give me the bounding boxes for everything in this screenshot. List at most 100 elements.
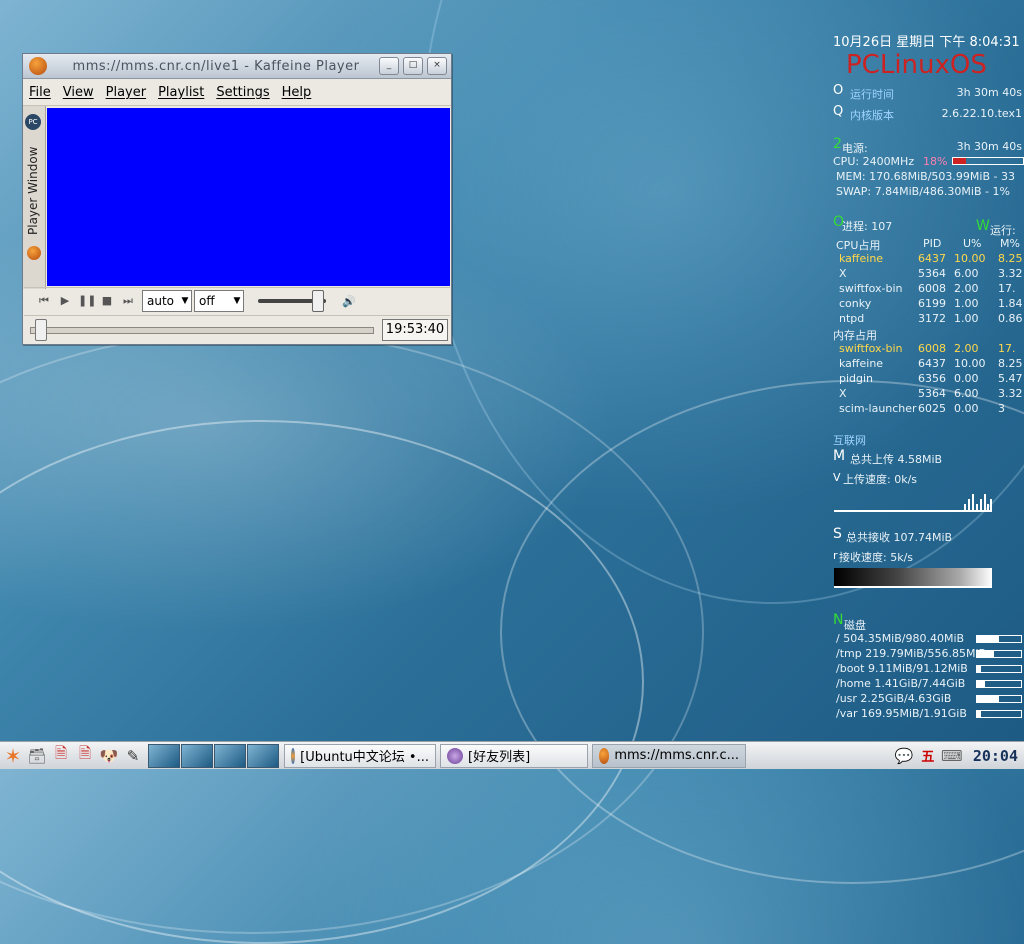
disk-usage-bar-fill bbox=[977, 696, 999, 702]
volume-slider[interactable] bbox=[258, 290, 326, 312]
stop-icon[interactable]: ■ bbox=[99, 293, 115, 309]
chevron-down-icon: ▼ bbox=[233, 296, 241, 306]
disk-usage-bar-fill bbox=[977, 681, 986, 687]
procs-label: 进程: 107 bbox=[842, 220, 893, 233]
playback-controls: ⏮ ▶ ❚❚ ■ ⏭ auto ▼ off ▼ 🔊 bbox=[24, 287, 450, 314]
task-ubuntu-forum[interactable]: [Ubuntu中文论坛 •... bbox=[284, 743, 436, 768]
play-icon[interactable]: ▶ bbox=[57, 293, 73, 309]
cpu-table-cell: 10.00 bbox=[954, 252, 986, 265]
pause-icon[interactable]: ❚❚ bbox=[78, 293, 96, 309]
gimp-icon[interactable]: 🐶 bbox=[98, 745, 120, 767]
pclinuxos-icon[interactable]: PC bbox=[25, 114, 41, 130]
desktop-2[interactable] bbox=[181, 743, 213, 768]
kaffeine-player-window[interactable]: mms://mms.cnr.cn/live1 - Kaffeine Player… bbox=[22, 53, 452, 345]
cpu-table-cell: 6.00 bbox=[954, 267, 979, 280]
disk-usage-bar bbox=[976, 650, 1022, 658]
disk-label: / 504.35MiB/980.40MiB bbox=[836, 632, 965, 645]
subtitle-select[interactable]: off ▼ bbox=[194, 290, 244, 312]
col-m: M% bbox=[1000, 237, 1020, 250]
task-label: [好友列表] bbox=[468, 750, 531, 765]
task-kaffeine[interactable]: mms://mms.cnr.c... bbox=[592, 743, 746, 768]
col-u: U% bbox=[963, 237, 982, 250]
disk-usage-bar-fill bbox=[977, 666, 982, 672]
cpu-table-cell: 6199 bbox=[918, 297, 946, 310]
upload-total: 总共上传 4.58MiB bbox=[850, 453, 943, 466]
pdf-icon[interactable]: 🗎 bbox=[74, 744, 96, 767]
start-menu-star-icon[interactable]: ✶ bbox=[2, 744, 24, 768]
tab-player-window[interactable]: Player Window bbox=[26, 146, 42, 236]
maximize-button[interactable]: □ bbox=[403, 57, 423, 75]
cpu-table-cell: 8.25 bbox=[998, 252, 1023, 265]
seek-slider-handle[interactable] bbox=[35, 318, 47, 341]
menu-view[interactable]: View bbox=[63, 85, 94, 100]
download-speed: 接收速度: 5k/s bbox=[839, 551, 914, 564]
next-icon[interactable]: ⏭ bbox=[120, 293, 136, 309]
upload-graph-spike bbox=[984, 494, 986, 510]
conky-datetime: 10月26日 星期日 下午 8:04:31 bbox=[833, 35, 1020, 50]
cpu-line: CPU: 2400MHz bbox=[833, 155, 915, 168]
text-editor-icon[interactable]: ✎ bbox=[122, 745, 144, 767]
previous-icon[interactable]: ⏮ bbox=[36, 293, 52, 309]
disk-label: /boot 9.11MiB/91.12MiB bbox=[836, 662, 968, 675]
cpu-table-cell: 6008 bbox=[918, 282, 946, 295]
kernel-label: 内核版本 bbox=[850, 109, 894, 122]
window-titlebar[interactable]: mms://mms.cnr.cn/live1 - Kaffeine Player… bbox=[23, 54, 451, 79]
aspect-select-value: auto bbox=[147, 294, 175, 308]
desktop-1[interactable] bbox=[148, 743, 180, 768]
ime-indicator[interactable]: 五 bbox=[917, 745, 939, 767]
disk-glyph-icon: N bbox=[833, 612, 844, 628]
side-tab-bar: PC Player Window bbox=[23, 106, 46, 289]
power-label: 电源: bbox=[842, 142, 868, 155]
volume-slider-handle[interactable] bbox=[312, 290, 324, 312]
upload-graph-spike bbox=[972, 494, 974, 510]
cpu-bar bbox=[952, 157, 1024, 165]
desktop-3[interactable] bbox=[214, 743, 246, 768]
video-area[interactable] bbox=[47, 108, 450, 286]
keyboard-icon[interactable]: ⌨ bbox=[941, 745, 963, 767]
file-manager-icon[interactable]: 🗃 bbox=[26, 745, 48, 767]
mem-table-cell: 17. bbox=[998, 342, 1016, 355]
task-buddy-list[interactable]: [好友列表] bbox=[440, 743, 588, 768]
download-glyph-icon: S bbox=[833, 526, 842, 542]
disk-usage-bar bbox=[976, 710, 1022, 718]
kaffeine-tab-icon[interactable] bbox=[27, 246, 41, 260]
close-button[interactable]: × bbox=[427, 57, 447, 75]
cpu-table-cell: 3172 bbox=[918, 312, 946, 325]
power-value: 3h 30m 40s bbox=[956, 140, 1022, 153]
mem-table-cell: 10.00 bbox=[954, 357, 986, 370]
minimize-button[interactable]: _ bbox=[379, 57, 399, 75]
mem-table-cell: kaffeine bbox=[839, 357, 884, 370]
speaker-icon[interactable]: 🔊 bbox=[342, 295, 356, 308]
upload-graph-spike bbox=[968, 499, 970, 510]
mem-table-cell: 2.00 bbox=[954, 342, 979, 355]
disk-usage-bar bbox=[976, 695, 1022, 703]
menu-help[interactable]: Help bbox=[282, 85, 312, 100]
system-tray: 💬 五 ⌨ 20:04 bbox=[891, 745, 1024, 767]
menu-player[interactable]: Player bbox=[106, 85, 146, 100]
uptime-glyph-icon: O bbox=[833, 83, 844, 98]
menu-file[interactable]: File bbox=[29, 85, 51, 100]
desktop-4[interactable] bbox=[247, 743, 279, 768]
disk-title: 磁盘 bbox=[844, 619, 866, 632]
disk-usage-bar bbox=[976, 665, 1022, 673]
aspect-select[interactable]: auto ▼ bbox=[142, 290, 192, 312]
taskbar-clock[interactable]: 20:04 bbox=[973, 747, 1018, 765]
mem-table-cell: 8.25 bbox=[998, 357, 1023, 370]
mem-table-cell: 6437 bbox=[918, 357, 946, 370]
swap-line: SWAP: 7.84MiB/486.30MiB - 1% bbox=[836, 185, 1010, 198]
disk-usage-bar-fill bbox=[977, 711, 981, 717]
col-pid: PID bbox=[923, 237, 942, 250]
playback-time: 19:53:40 bbox=[382, 319, 448, 341]
menu-playlist[interactable]: Playlist bbox=[158, 85, 204, 100]
cpu-table-cell: kaffeine bbox=[839, 252, 884, 265]
seek-slider[interactable] bbox=[30, 318, 374, 341]
cpu-table-cell: X bbox=[839, 267, 847, 280]
mem-table-cell: 0.00 bbox=[954, 372, 979, 385]
menu-settings[interactable]: Settings bbox=[216, 85, 269, 100]
chat-bubble-icon[interactable]: 💬 bbox=[893, 745, 915, 767]
upload-graph-spike bbox=[980, 499, 982, 510]
document-icon[interactable]: 🗎 bbox=[50, 744, 72, 767]
window-title: mms://mms.cnr.cn/live1 - Kaffeine Player bbox=[72, 58, 360, 74]
pidgin-icon bbox=[447, 747, 463, 764]
disk-label: /tmp 219.79MiB/556.85MiB bbox=[836, 647, 987, 660]
